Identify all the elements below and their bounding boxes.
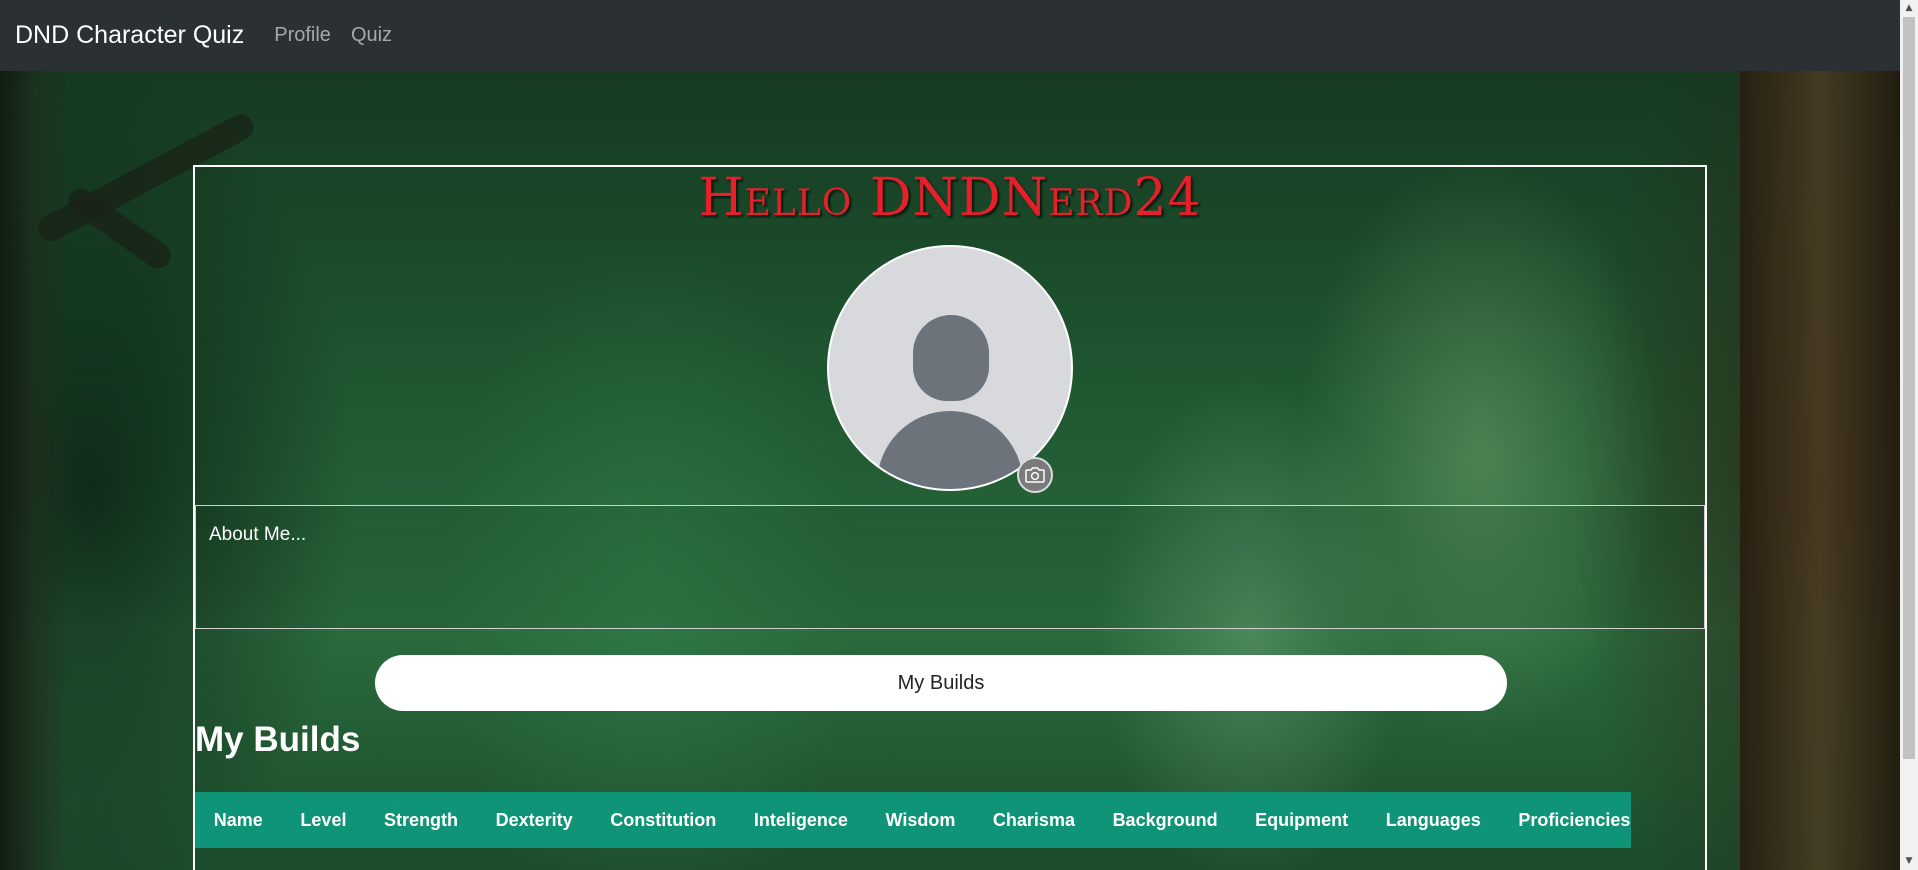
page-scrollbar[interactable]: ▲ ▼ <box>1900 0 1918 870</box>
scroll-up-icon[interactable]: ▲ <box>1900 0 1918 17</box>
column-header-intelligence[interactable]: Inteligence <box>735 810 867 831</box>
column-header-constitution[interactable]: Constitution <box>591 810 735 831</box>
nav-link-profile[interactable]: Profile <box>274 24 331 47</box>
navbar: DND Character Quiz Profile Quiz <box>0 0 1900 71</box>
right-tree <box>1740 71 1900 870</box>
builds-heading: My Builds <box>195 720 361 759</box>
brand-link[interactable]: DND Character Quiz <box>15 21 244 50</box>
column-header-wisdom[interactable]: Wisdom <box>867 810 974 831</box>
user-placeholder-body <box>877 411 1023 489</box>
about-me-placeholder: About Me... <box>209 524 307 545</box>
column-header-background[interactable]: Background <box>1094 810 1237 831</box>
scroll-down-icon[interactable]: ▼ <box>1900 853 1918 870</box>
avatar <box>827 245 1073 491</box>
column-header-strength[interactable]: Strength <box>365 810 477 831</box>
greeting-title: Hello DNDNerd24 <box>698 168 1202 228</box>
column-header-charisma[interactable]: Charisma <box>974 810 1094 831</box>
left-tree <box>0 71 70 870</box>
profile-card: Hello DNDNerd24 About Me... My Builds My… <box>193 165 1707 870</box>
column-header-proficiencies[interactable]: Proficiencies <box>1500 810 1650 831</box>
about-me-field[interactable]: About Me... <box>195 505 1705 629</box>
column-header-dexterity[interactable]: Dexterity <box>477 810 592 831</box>
camera-icon <box>1025 467 1045 483</box>
column-header-languages[interactable]: Languages <box>1367 810 1500 831</box>
user-placeholder-icon <box>913 315 989 401</box>
builds-table-header: Name Level Strength Dexterity Constituti… <box>195 792 1631 848</box>
scroll-thumb[interactable] <box>1903 17 1915 759</box>
column-header-level[interactable]: Level <box>282 810 366 831</box>
column-header-equipment[interactable]: Equipment <box>1236 810 1367 831</box>
nav-link-quiz[interactable]: Quiz <box>351 24 392 47</box>
column-header-name[interactable]: Name <box>195 810 282 831</box>
my-builds-button[interactable]: My Builds <box>375 655 1507 711</box>
change-avatar-button[interactable] <box>1017 457 1053 493</box>
